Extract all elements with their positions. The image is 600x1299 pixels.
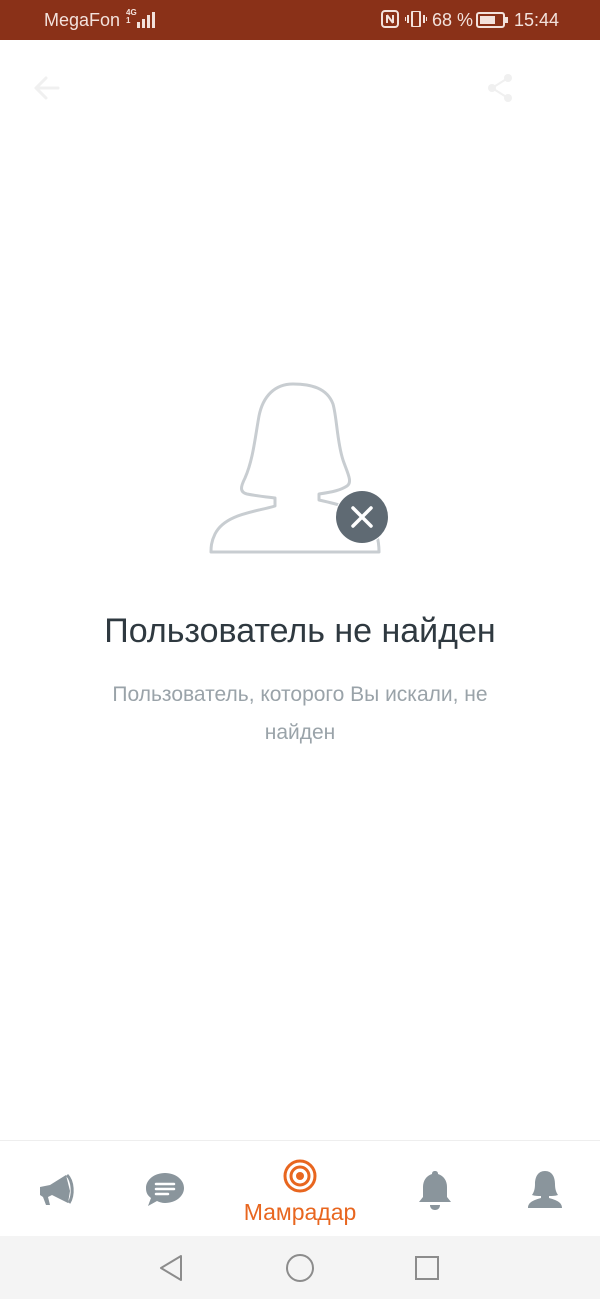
vibrate-icon	[405, 11, 427, 27]
top-bar	[0, 40, 600, 136]
bell-icon	[419, 1171, 451, 1210]
bottom-nav: Мамрадар	[0, 1140, 600, 1237]
signal-icon	[137, 12, 155, 28]
nav-item-messages[interactable]	[130, 1141, 200, 1237]
network-type: 4G 1	[126, 9, 137, 25]
battery-percent: 68 %	[432, 10, 474, 30]
back-triangle-icon	[160, 1255, 182, 1281]
empty-state-message: Пользователь, которого Вы искали, не най…	[112, 683, 488, 744]
clock: 15:44	[514, 10, 560, 30]
system-back-button[interactable]	[155, 1252, 187, 1284]
network-type-bottom: 1	[126, 16, 131, 25]
nav-item-announcements[interactable]	[20, 1141, 90, 1237]
system-recents-button[interactable]	[411, 1252, 443, 1284]
profile-icon	[528, 1171, 562, 1208]
system-home-button[interactable]	[284, 1252, 316, 1284]
battery-icon	[476, 12, 508, 28]
nav-item-profile[interactable]	[510, 1141, 580, 1237]
empty-state-title: Пользователь не найден	[104, 612, 496, 650]
nfc-icon	[381, 10, 399, 28]
user-not-found-icon	[205, 378, 395, 558]
carrier-name: MegaFon	[44, 10, 121, 30]
back-arrow-icon	[34, 76, 60, 100]
megaphone-icon	[40, 1173, 74, 1205]
home-circle-icon	[286, 1254, 314, 1282]
nav-label-mamradar: Мамрадар	[243, 1199, 357, 1225]
share-icon	[488, 74, 512, 102]
status-bar: MegaFon 4G 1 68 % 15:44	[0, 0, 600, 40]
radar-icon	[283, 1159, 317, 1193]
chat-icon	[146, 1173, 184, 1206]
share-button[interactable]	[482, 70, 518, 106]
recents-square-icon	[415, 1256, 439, 1280]
system-nav-bar	[0, 1236, 600, 1299]
nav-item-notifications[interactable]	[400, 1141, 470, 1237]
back-button[interactable]	[28, 70, 68, 106]
